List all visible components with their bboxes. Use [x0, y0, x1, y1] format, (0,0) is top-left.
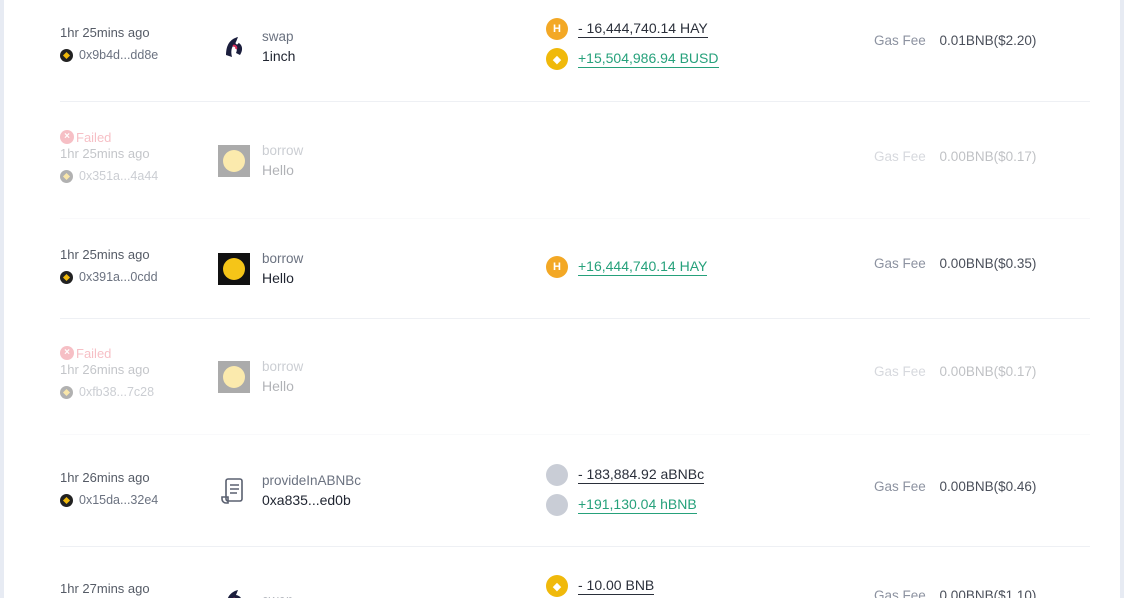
address-text[interactable]: 0xfb38...7c28: [79, 385, 154, 399]
method-type: provideInABNBc: [262, 473, 362, 488]
token-transfer: - 183,884.92 aBNBc: [546, 463, 705, 487]
method-name[interactable]: Hello: [262, 162, 303, 178]
token-transfer: ◆ +15,504,986.94 BUSD: [546, 47, 719, 71]
address-text[interactable]: 0x9b4d...dd8e: [79, 48, 158, 62]
bnb-chain-icon: [60, 270, 73, 284]
bnb-chain-icon: [60, 48, 73, 62]
tx-from-address[interactable]: 0xfb38...7c28: [60, 385, 154, 399]
error-icon: ×: [60, 346, 74, 360]
token-transfer: +191,130.04 hBNB: [546, 493, 704, 517]
method-type: swap: [262, 593, 294, 598]
busd-token-icon: ◆: [546, 48, 568, 70]
gas-fee-label: Gas Fee: [874, 588, 926, 598]
gas-fee-label: Gas Fee: [874, 479, 926, 494]
method-type: borrow: [262, 251, 304, 266]
method-type: borrow: [262, 359, 304, 374]
method-name[interactable]: 1inch: [262, 48, 295, 64]
table-row: × Failed 1hr 26mins ago 0xfb38...7c28 bo…: [60, 318, 1090, 435]
tx-time: 1hr 26mins ago: [60, 362, 150, 377]
gas-fee-value: 0.00BNB($1.10): [939, 588, 1037, 598]
tx-time: 1hr 25mins ago: [60, 247, 150, 262]
method-name[interactable]: 0xa835...ed0b: [262, 492, 361, 508]
failed-status: × Failed: [60, 129, 158, 145]
token-transfer: ◆ - 10.00 BNB: [546, 574, 655, 598]
bnb-chain-icon: [60, 385, 73, 399]
token-transfer: H +16,444,740.14 HAY: [546, 255, 708, 279]
status-text: Failed: [76, 345, 112, 361]
table-row: 1hr 26mins ago 0x15da...32e4 provideInAB…: [60, 434, 1090, 547]
method-name[interactable]: Hello: [262, 270, 303, 286]
gas-fee-value: 0.00BNB($0.46): [939, 479, 1037, 494]
token-amount[interactable]: +191,130.04 hBNB: [578, 496, 697, 514]
tx-time: 1hr 26mins ago: [60, 470, 150, 485]
method-type: swap: [262, 29, 294, 44]
tx-time: 1hr 25mins ago: [60, 25, 150, 40]
abnbc-token-icon: [546, 464, 568, 486]
transaction-list: 1hr 25mins ago 0x9b4d...dd8e swap 1inch: [4, 0, 1120, 598]
contract-scroll-icon: [218, 475, 250, 507]
gas-fee-label: Gas Fee: [874, 149, 926, 164]
hello-sun-icon: [218, 360, 250, 393]
gas-fee-value: 0.01BNB($2.20): [939, 33, 1037, 48]
failed-status: × Failed: [60, 345, 154, 361]
token-amount[interactable]: - 183,884.92 aBNBc: [578, 466, 705, 484]
right-border: [1120, 0, 1124, 598]
hbnb-token-icon: [546, 494, 568, 516]
method-name[interactable]: Hello: [262, 378, 303, 394]
token-amount[interactable]: +15,504,986.94 BUSD: [578, 50, 719, 68]
hello-sun-icon: [218, 252, 250, 285]
tx-from-address[interactable]: 0x391a...0cdd: [60, 270, 158, 284]
address-text[interactable]: 0x351a...4a44: [79, 169, 158, 183]
gas-fee-value: 0.00BNB($0.17): [939, 364, 1037, 379]
token-transfer: H - 16,444,740.14 HAY: [546, 17, 719, 41]
table-row: × Failed 1hr 25mins ago 0x351a...4a44 bo…: [60, 101, 1090, 219]
address-text[interactable]: 0x15da...32e4: [79, 493, 158, 507]
table-row: 1hr 25mins ago 0x9b4d...dd8e swap 1inch: [60, 0, 1090, 102]
bnb-token-icon: ◆: [546, 575, 568, 597]
hay-token-icon: H: [546, 18, 568, 40]
method-type: borrow: [262, 143, 304, 158]
tx-from-address[interactable]: 0x9b4d...dd8e: [60, 48, 158, 62]
1inch-unicorn-icon: [218, 31, 250, 63]
hello-sun-icon: [218, 144, 250, 177]
status-text: Failed: [76, 129, 112, 145]
token-amount[interactable]: - 16,444,740.14 HAY: [578, 20, 708, 38]
gas-fee-value: 0.00BNB($0.35): [939, 256, 1037, 271]
gas-fee-label: Gas Fee: [874, 364, 926, 379]
table-row: 1hr 25mins ago 0x391a...0cdd borrow Hell…: [60, 218, 1090, 319]
tx-time: 1hr 27mins ago: [60, 581, 150, 596]
gas-fee-label: Gas Fee: [874, 33, 926, 48]
gas-fee-value: 0.00BNB($0.17): [939, 149, 1037, 164]
table-row: 1hr 27mins ago swap ◆ - 10.00 BNB Gas Fe…: [60, 546, 1090, 598]
address-text[interactable]: 0x391a...0cdd: [79, 270, 158, 284]
error-icon: ×: [60, 130, 74, 144]
bnb-chain-icon: [60, 493, 73, 507]
gas-fee-label: Gas Fee: [874, 256, 926, 271]
tx-time: 1hr 25mins ago: [60, 146, 150, 161]
token-amount[interactable]: - 10.00 BNB: [578, 577, 655, 595]
1inch-unicorn-icon: [218, 584, 250, 598]
tx-from-address[interactable]: 0x351a...4a44: [60, 169, 158, 183]
tx-from-address[interactable]: 0x15da...32e4: [60, 493, 158, 507]
token-amount[interactable]: +16,444,740.14 HAY: [578, 258, 708, 276]
bnb-chain-icon: [60, 169, 73, 183]
hay-token-icon: H: [546, 256, 568, 278]
